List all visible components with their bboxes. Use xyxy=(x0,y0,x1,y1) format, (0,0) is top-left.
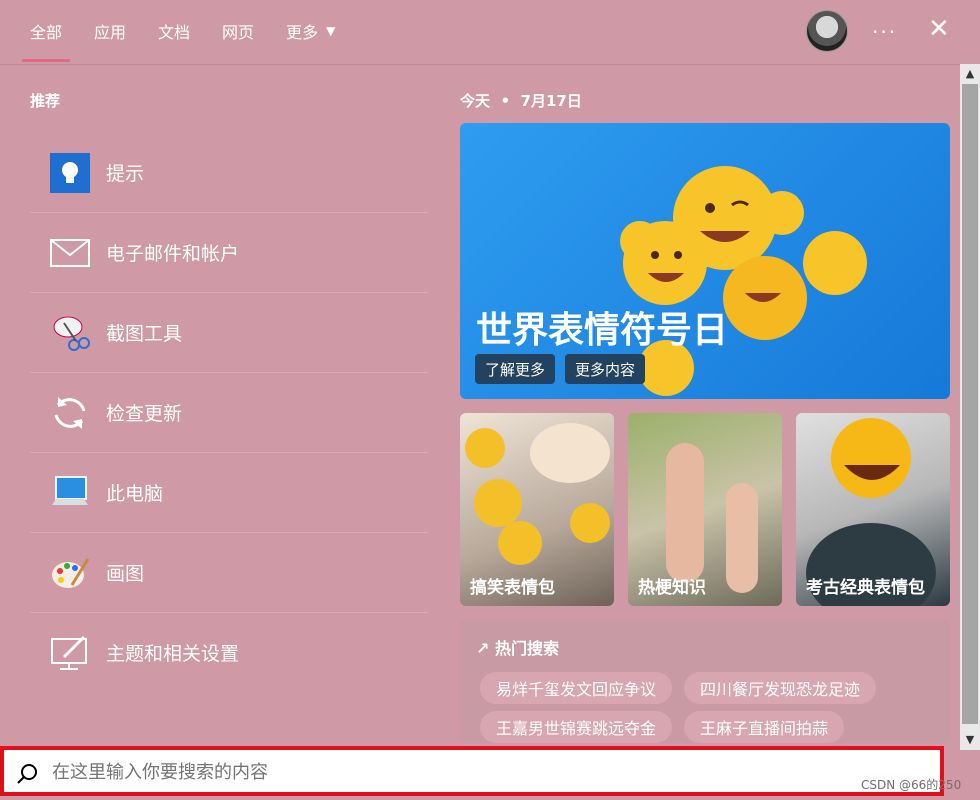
mail-icon xyxy=(50,233,90,273)
recommend-item-label: 检查更新 xyxy=(106,403,183,425)
hot-search-chip[interactable]: 王麻子直播间拍蒜 xyxy=(684,711,845,743)
hot-search-chip[interactable]: 易烊千玺发文回应争议 xyxy=(480,672,673,704)
today-panel: 今天 • 7月17日 世界表情符号日 了解更多 更多内容 搞笑表情包 热梗知识 … xyxy=(460,80,950,743)
trending-icon: ↗ xyxy=(476,639,490,658)
tab-apps[interactable]: 应用 xyxy=(78,0,142,62)
recommend-item-update[interactable]: 检查更新 xyxy=(30,373,428,453)
hot-search-panel: ↗ 热门搜索 易烊千玺发文回应争议 四川餐厅发现恐龙足迹 王嘉男世锦赛跳远夺金 … xyxy=(460,619,950,743)
recommend-item-mail[interactable]: 电子邮件和帐户 xyxy=(30,213,428,293)
tile-label: 考古经典表情包 xyxy=(806,578,925,598)
top-bar: 全部 应用 文档 网页 更多 ▼ ··· ✕ xyxy=(0,0,980,65)
search-bar xyxy=(0,746,944,796)
tab-documents[interactable]: 文档 xyxy=(142,0,206,62)
avatar[interactable] xyxy=(806,10,848,52)
tab-more[interactable]: 更多 ▼ xyxy=(270,0,351,62)
palette-icon xyxy=(50,553,90,593)
refresh-icon xyxy=(50,393,90,433)
more-options-icon[interactable]: ··· xyxy=(872,20,897,44)
tile-classic-emoji[interactable]: 考古经典表情包 xyxy=(796,413,950,606)
close-icon[interactable]: ✕ xyxy=(928,14,950,44)
recommend-item-label: 截图工具 xyxy=(106,323,183,345)
scrollbar-thumb[interactable] xyxy=(962,84,978,724)
recommend-item-this-pc[interactable]: 此电脑 xyxy=(30,453,428,533)
learn-more-button[interactable]: 了解更多 xyxy=(475,354,556,384)
scissors-icon xyxy=(50,313,90,353)
tab-bar: 全部 应用 文档 网页 更多 ▼ xyxy=(14,0,351,64)
tab-web[interactable]: 网页 xyxy=(206,0,270,62)
scroll-down-icon[interactable]: ▼ xyxy=(960,730,980,750)
search-input[interactable] xyxy=(50,758,914,786)
recommend-item-label: 主题和相关设置 xyxy=(106,643,240,665)
tab-all[interactable]: 全部 xyxy=(14,0,78,62)
chevron-down-icon: ▼ xyxy=(326,24,336,38)
tile-funny-emoji[interactable]: 搞笑表情包 xyxy=(460,413,614,606)
computer-icon xyxy=(50,473,90,513)
recommend-item-label: 电子邮件和帐户 xyxy=(106,243,240,265)
recommend-title: 推荐 xyxy=(30,92,61,110)
hot-search-title: ↗ 热门搜索 xyxy=(476,639,559,658)
recommend-item-paint[interactable]: 画图 xyxy=(30,533,428,613)
hero-title: 世界表情符号日 xyxy=(476,310,729,351)
hero-card[interactable]: 世界表情符号日 了解更多 更多内容 xyxy=(460,123,950,399)
tile-meme-knowledge[interactable]: 热梗知识 xyxy=(628,413,782,606)
theme-settings-icon xyxy=(50,633,90,673)
tile-row: 搞笑表情包 热梗知识 考古经典表情包 xyxy=(460,413,950,606)
tile-label: 热梗知识 xyxy=(638,578,706,598)
recommend-item-label: 此电脑 xyxy=(106,483,164,505)
date-separator: • xyxy=(495,92,516,110)
scroll-up-icon[interactable]: ▲ xyxy=(960,64,980,84)
recommend-item-label: 画图 xyxy=(106,563,145,585)
recommend-item-tips[interactable]: 提示 xyxy=(30,133,428,213)
recommend-item-snipping[interactable]: 截图工具 xyxy=(30,293,428,373)
tile-label: 搞笑表情包 xyxy=(470,578,555,598)
watermark: CSDN @66的250 xyxy=(861,778,962,792)
hot-search-chip[interactable]: 王嘉男世锦赛跳远夺金 xyxy=(480,711,673,743)
recommend-item-theme[interactable]: 主题和相关设置 xyxy=(30,613,428,692)
lightbulb-icon xyxy=(50,152,90,193)
scrollbar[interactable]: ▲ ▼ xyxy=(960,64,980,750)
more-content-button[interactable]: 更多内容 xyxy=(565,354,646,384)
search-icon xyxy=(17,764,37,784)
today-date-value: 7月17日 xyxy=(520,92,582,110)
hot-search-chip[interactable]: 四川餐厅发现恐龙足迹 xyxy=(684,672,877,704)
recommend-item-label: 提示 xyxy=(106,163,145,185)
today-date: 今天 • 7月17日 xyxy=(460,90,950,111)
recommend-panel: 推荐 提示 电子邮件和帐户 截图工具 检查更新 此电脑 画图 主题和相关设置 xyxy=(30,80,428,692)
today-label: 今天 xyxy=(460,92,491,110)
